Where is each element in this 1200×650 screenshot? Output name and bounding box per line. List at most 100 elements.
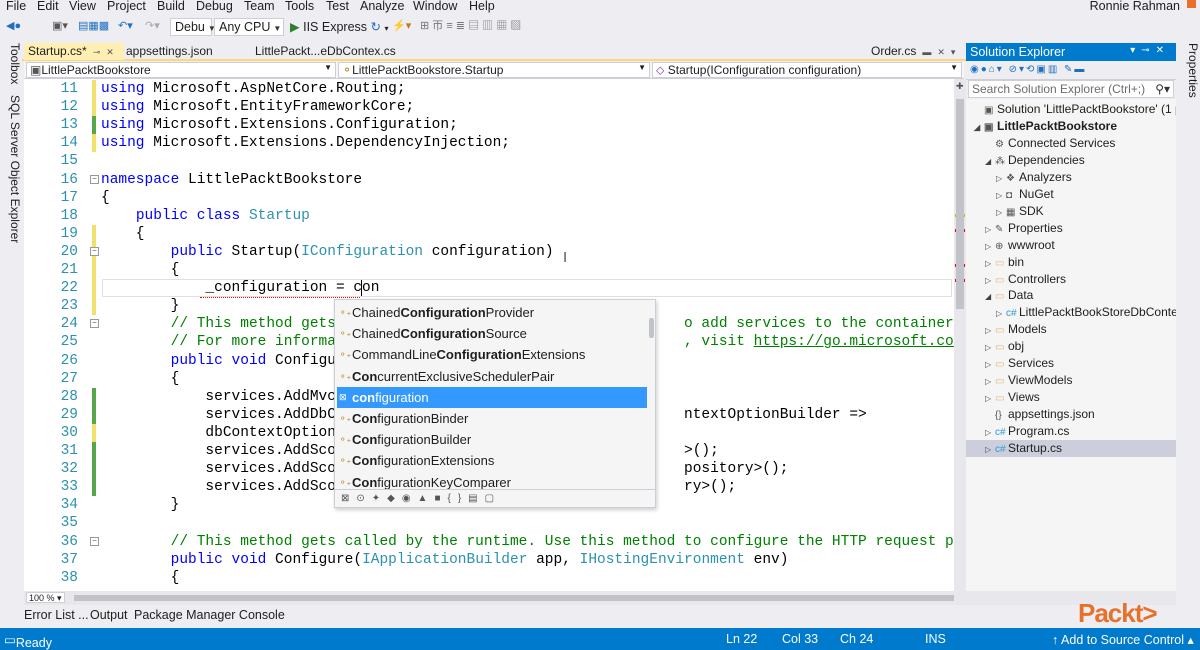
expander-icon[interactable]: ▷ (985, 390, 995, 407)
tab-dbcontext-cs[interactable]: LittlePackt...eDbContex.cs (251, 43, 400, 60)
tree-item[interactable]: ▷ ▭ Models (985, 321, 1047, 338)
save-all-icon[interactable]: ▤▦▩ (78, 20, 109, 32)
tab-output[interactable]: Output (90, 608, 128, 622)
undo-icon[interactable]: ↶▾ (118, 20, 133, 32)
pin-icon[interactable]: ⊸ (93, 47, 101, 57)
editor-vertical-scrollbar[interactable]: ✚ (954, 79, 966, 591)
tree-item[interactable]: ▷ ❖ Analyzers (996, 169, 1072, 186)
expander-icon[interactable]: ▷ (985, 339, 995, 356)
completion-item[interactable]: ⚬₊ ChainedConfigurationProvider (337, 302, 647, 323)
completion-filter-bar[interactable]: ⊠⊙✦◆◉▲■{}▤▢ (335, 489, 655, 507)
solution-platform-select[interactable]: Any CPU ▼ (214, 18, 284, 36)
project-nav-select[interactable]: ▣LittlePacktBookstore ▼ (26, 62, 336, 78)
expander-icon[interactable]: ▷ (996, 204, 1006, 221)
tree-item[interactable]: ▷ c# Program.cs (985, 423, 1069, 440)
tree-item[interactable]: ▷ ▭ obj (985, 338, 1024, 355)
tree-item[interactable]: ▷ ▭ Views (985, 389, 1040, 406)
zoom-level-select[interactable]: 100 % ▾ (26, 592, 65, 603)
horizontal-scroll-thumb[interactable] (74, 595, 954, 601)
tree-item[interactable]: ▷ ▭ bin (985, 254, 1024, 271)
back-nav-icon[interactable]: ◀︎● (6, 20, 21, 32)
tree-item[interactable]: ▷ c# Startup.cs (985, 440, 1062, 457)
notification-flag-icon[interactable] (1187, 0, 1196, 8)
split-icon[interactable]: ✚ (956, 81, 964, 92)
completion-item[interactable]: ⊠ configuration (337, 386, 647, 408)
tree-item[interactable]: ▷ ▭ Services (985, 355, 1054, 372)
menu-file[interactable]: File (6, 0, 26, 13)
expander-icon[interactable]: ▷ (985, 356, 995, 373)
format-icons[interactable]: ⊞ 帀 ≡ ≣ ▤ ▥ ▦ ▧ (420, 20, 521, 32)
scroll-thumb[interactable] (956, 99, 964, 309)
browser-link-icon[interactable]: ⚡▾ (392, 20, 411, 32)
run-button[interactable]: ▶ IIS Express ↻ ▾ (290, 19, 389, 34)
close-icon[interactable]: ✕ (937, 47, 945, 57)
expander-icon[interactable]: ▷ (985, 373, 995, 390)
tree-item[interactable]: ⚙ Connected Services (985, 135, 1115, 152)
tree-item[interactable]: ▷ ✎ Properties (985, 220, 1063, 237)
add-to-source-control-button[interactable]: ↑ Add to Source Control ▴ (1052, 632, 1194, 647)
expander-icon[interactable]: ◢ (985, 153, 995, 170)
menu-view[interactable]: View (69, 0, 96, 13)
tab-error-list[interactable]: Error List ... (24, 608, 89, 622)
redo-icon[interactable]: ↷▾ (145, 20, 160, 32)
fold-toggle-icon[interactable]: − (90, 319, 99, 329)
expander-icon[interactable]: ▷ (985, 322, 995, 339)
menu-test[interactable]: Test (326, 0, 349, 13)
tab-order-cs[interactable]: Order.cs ▬ ✕ ▾ (867, 43, 959, 60)
solution-explorer-tree[interactable]: ▣ Solution 'LittlePacktBookstore' (1 pr ◢ ▣… (966, 99, 1176, 604)
tree-item[interactable]: ▷ c# LittlePacktBookStoreDbConte (996, 304, 1176, 321)
expander-icon[interactable]: ▷ (996, 305, 1006, 322)
menu-edit[interactable]: Edit (37, 0, 59, 13)
completion-item[interactable]: ⚬₊ ConcurrentExclusiveSchedulerPair (337, 366, 647, 387)
tree-item[interactable]: {} appsettings.json (985, 406, 1095, 423)
new-project-icon[interactable]: ▣▾ (52, 20, 68, 32)
expander-icon[interactable]: ▷ (985, 272, 995, 289)
expander-icon[interactable]: ▷ (985, 255, 995, 272)
window-controls[interactable]: ▾⊸✕ (1130, 45, 1170, 56)
close-icon[interactable]: ✕ (106, 47, 114, 57)
expander-icon[interactable]: ▷ (985, 238, 995, 255)
tree-item[interactable]: ▷ ▭ Controllers (985, 271, 1066, 288)
expander-icon[interactable]: ▷ (985, 441, 995, 458)
expander-icon[interactable]: ▷ (996, 187, 1006, 204)
expander-icon[interactable]: ◢ (974, 119, 984, 136)
menu-analyze[interactable]: Analyze (360, 0, 404, 13)
editor-horizontal-scrollbar[interactable]: 100 % ▾ (24, 591, 966, 605)
tree-item[interactable]: ▷ ▦ SDK (996, 203, 1044, 220)
sql-server-object-explorer-tab[interactable]: SQL Server Object Explorer (0, 95, 22, 243)
tree-item[interactable]: ◢ ⁂ Dependencies (985, 152, 1085, 169)
menu-build[interactable]: Build (157, 0, 185, 13)
completion-item[interactable]: ⚬₊ ConfigurationBinder (337, 408, 647, 429)
expander-icon[interactable]: ▷ (985, 221, 995, 238)
fold-toggle-icon[interactable]: − (90, 174, 99, 184)
menu-window[interactable]: Window (413, 0, 457, 13)
tree-item[interactable]: ▷ ▭ ViewModels (985, 372, 1072, 389)
expander-icon[interactable]: ▷ (985, 424, 995, 441)
menu-team[interactable]: Team (244, 0, 275, 13)
properties-tab[interactable]: Properties (1178, 43, 1200, 98)
menu-tools[interactable]: Tools (285, 0, 314, 13)
fold-toggle-icon[interactable]: − (90, 246, 99, 256)
solution-explorer-search[interactable]: Search Solution Explorer (Ctrl+;) ⚲▾ (968, 80, 1174, 98)
tree-item[interactable]: ▣ Solution 'LittlePacktBookstore' (1 pr (974, 101, 1176, 118)
tab-dropdown-icon[interactable]: ▾ (951, 47, 956, 57)
expander-icon[interactable]: ▷ (996, 170, 1006, 187)
type-nav-select[interactable]: ⚬LittlePacktBookstore.Startup ▼ (338, 62, 650, 78)
completion-item[interactable]: ⚬₊ CommandLineConfigurationExtensions (337, 344, 647, 365)
completion-scrollbar[interactable] (648, 302, 655, 488)
completion-item[interactable]: ⚬₊ ConfigurationBuilder (337, 429, 647, 450)
member-nav-select[interactable]: ⬦ Startup(IConfiguration configuration) ▼ (652, 62, 962, 78)
expander-icon[interactable]: ◢ (985, 288, 995, 305)
user-account-name[interactable]: Ronnie Rahman (1090, 0, 1180, 13)
intellisense-completion-list[interactable]: ⚬₊ ChainedConfigurationProvider ⚬₊ ChainedC… (334, 299, 656, 508)
tree-item[interactable]: ◢ ▣ LittlePacktBookstore (974, 118, 1117, 135)
tab-package-manager-console[interactable]: Package Manager Console (134, 608, 285, 622)
tree-item[interactable]: ▷ ⊕ wwwroot (985, 237, 1055, 254)
menu-help[interactable]: Help (469, 0, 495, 13)
tree-item[interactable]: ◢ ▭ Data (985, 287, 1033, 304)
menu-debug[interactable]: Debug (196, 0, 233, 13)
toolbox-tab[interactable]: Toolbox (0, 43, 22, 84)
fold-toggle-icon[interactable]: − (90, 536, 99, 546)
pin-icon[interactable]: ▬ (922, 47, 931, 57)
completion-item[interactable]: ⚬₊ ChainedConfigurationSource (337, 323, 647, 344)
